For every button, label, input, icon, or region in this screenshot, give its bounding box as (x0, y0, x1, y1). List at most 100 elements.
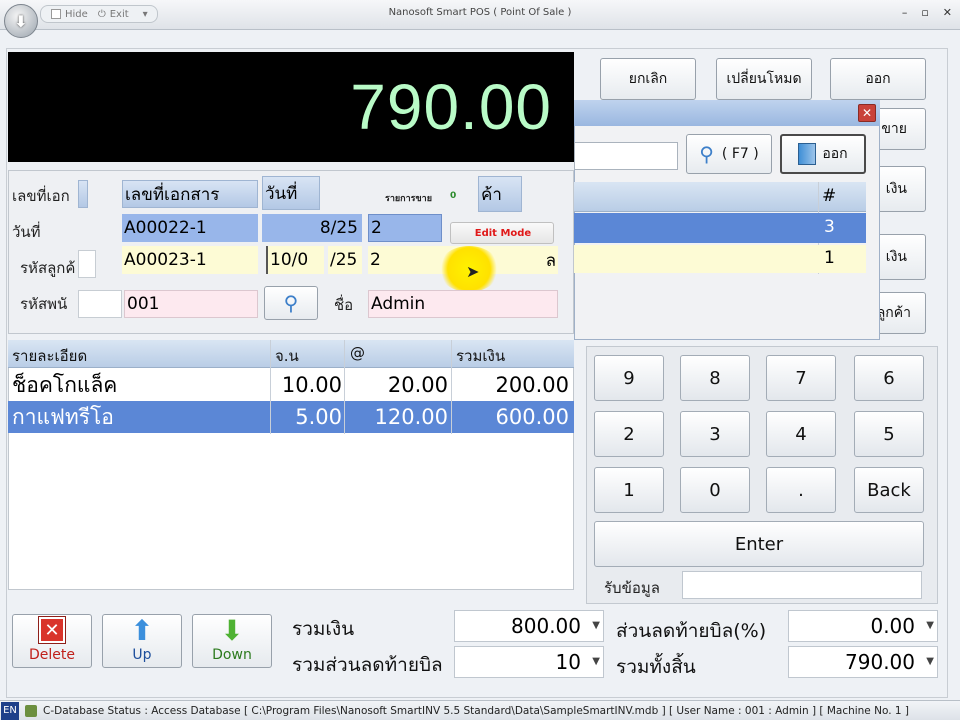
subtotal-value[interactable]: 800.00 ▼ (454, 610, 604, 642)
magnifier-icon: ⚲ (699, 142, 714, 166)
display-total: 790.00 (350, 71, 552, 143)
row1-price[interactable]: 20.00 (344, 369, 448, 401)
key-enter[interactable]: Enter (594, 521, 924, 567)
sale-items-count: 0 (450, 191, 457, 201)
language-indicator[interactable]: EN (1, 701, 19, 720)
popup-search-input[interactable] (574, 142, 678, 170)
status-bar: EN C-Database Status : Access Database [… (0, 700, 960, 720)
popup-title-bar (574, 100, 880, 126)
app-menu-orb[interactable]: ⬇ (4, 4, 38, 38)
change-mode-button[interactable]: เปลี่ยนโหมด (716, 58, 812, 100)
sale-items-label: รายการขาย (385, 194, 432, 204)
doc-no-row1[interactable]: A00022-1 (122, 214, 258, 242)
download-arrow-icon: ⬇ (14, 11, 28, 31)
search-f7-button[interactable]: ⚲ ( F7 ) (686, 134, 772, 174)
bill-discount-pct-text: 0.00 (870, 614, 915, 638)
date-row1[interactable]: 8/25 (262, 214, 362, 242)
popup-row[interactable]: 1 (574, 245, 866, 273)
key-3[interactable]: 3 (680, 411, 750, 457)
key-4[interactable]: 4 (766, 411, 836, 457)
row1-name[interactable]: ช็อคโกแล็ค (12, 369, 117, 401)
window-controls: – ▫ ✕ (902, 6, 952, 19)
row2-name[interactable]: กาแฟทรีโอ (12, 401, 114, 433)
popup-exit-button[interactable]: ออก (780, 134, 866, 174)
col-total: รวมเงิน (456, 347, 506, 365)
customer-code-field[interactable] (78, 250, 96, 278)
row2-qty[interactable]: 5.00 (270, 401, 342, 433)
popup-row-num: 1 (824, 248, 835, 268)
grand-total-value[interactable]: 790.00 ▼ (788, 646, 938, 678)
mouse-cursor-icon: ➤ (466, 262, 480, 281)
chevron-down-icon[interactable]: ▼ (926, 656, 934, 667)
extra-row2-tail: ล (545, 250, 556, 271)
doc-no-label: เลขที่เอก (12, 187, 70, 205)
key-1[interactable]: 1 (594, 467, 664, 513)
grand-total-text: 790.00 (845, 650, 915, 674)
edit-mode-badge: Edit Mode (450, 222, 554, 244)
bill-discount-text: 10 (555, 650, 581, 674)
exit-button[interactable]: ออก (830, 58, 926, 100)
popup-grid-header: # (574, 182, 866, 212)
status-text: C-Database Status : Access Database [ C:… (43, 704, 909, 717)
date-header: วันที่ (262, 176, 320, 210)
subtotal-text: 800.00 (511, 614, 581, 638)
grand-total-label: รวมทั้งสิ้น (616, 656, 696, 678)
key-6[interactable]: 6 (854, 355, 924, 401)
key-0[interactable]: 0 (680, 467, 750, 513)
up-button[interactable]: ⬆ Up (102, 614, 182, 668)
employee-search-button[interactable]: ⚲ (264, 286, 318, 320)
row1-qty[interactable]: 10.00 (270, 369, 342, 401)
cancel-button[interactable]: ยกเลิก (600, 58, 696, 100)
minimize-icon[interactable]: – (902, 6, 908, 19)
key-8[interactable]: 8 (680, 355, 750, 401)
chevron-down-icon[interactable]: ▼ (592, 620, 600, 631)
doc-no-field-edge[interactable] (78, 180, 88, 208)
date-row2[interactable]: 10/0 (266, 246, 324, 274)
up-arrow-icon: ⬆ (130, 614, 154, 647)
down-button[interactable]: ⬇ Down (192, 614, 272, 668)
extra-row2-value: 2 (370, 250, 381, 270)
key-back[interactable]: Back (854, 467, 924, 513)
down-arrow-icon: ⬇ (220, 614, 244, 647)
employee-name-field[interactable]: Admin (368, 290, 558, 318)
database-icon (25, 704, 37, 717)
employee-code-input[interactable]: 001 (124, 290, 258, 318)
doc-no-header: เลขที่เอกสาร (122, 180, 258, 208)
date-label: วันที่ (12, 223, 41, 241)
row2-price[interactable]: 120.00 (344, 401, 448, 433)
maximize-icon[interactable]: ▫ (921, 6, 928, 19)
doc-no-row2[interactable]: A00023-1 (122, 246, 258, 274)
bill-discount-pct-value[interactable]: 0.00 ▼ (788, 610, 938, 642)
up-label: Up (132, 647, 152, 663)
chevron-down-icon[interactable]: ▼ (926, 620, 934, 631)
key-9[interactable]: 9 (594, 355, 664, 401)
bill-discount-label: รวมส่วนลดท้ายบิล (292, 654, 443, 676)
popup-close-icon[interactable]: ✕ (858, 104, 876, 122)
key-dot[interactable]: . (766, 467, 836, 513)
employee-code-field-edge[interactable] (78, 290, 122, 318)
subtotal-label: รวมเงิน (292, 618, 355, 640)
close-icon[interactable]: ✕ (943, 6, 952, 19)
key-5[interactable]: 5 (854, 411, 924, 457)
keypad-input[interactable] (682, 571, 922, 599)
door-exit-icon (798, 143, 817, 165)
col-price: @ (350, 344, 365, 362)
chevron-down-icon[interactable]: ▼ (592, 656, 600, 667)
popup-row-num: 3 (824, 217, 835, 237)
magnifier-icon: ⚲ (283, 291, 299, 315)
row2-total[interactable]: 600.00 (451, 401, 569, 433)
delete-button[interactable]: ✕ Delete (12, 614, 92, 668)
popup-exit-label: ออก (822, 146, 848, 162)
customer-code-label: รหัสลูกค้ (20, 259, 76, 277)
bill-discount-value[interactable]: 10 ▼ (454, 646, 604, 678)
key-7[interactable]: 7 (766, 355, 836, 401)
total-display: 790.00 (8, 52, 574, 162)
popup-row[interactable]: 3 (574, 213, 866, 243)
row1-total[interactable]: 200.00 (451, 369, 569, 401)
search-f7-label: ( F7 ) (721, 146, 759, 162)
bill-discount-pct-label: ส่วนลดท้ายบิล(%) (616, 620, 767, 642)
extra-row1[interactable]: 2 (368, 214, 442, 242)
date-row2-part[interactable]: /25 (328, 246, 362, 274)
delete-x-icon: ✕ (39, 617, 65, 643)
key-2[interactable]: 2 (594, 411, 664, 457)
